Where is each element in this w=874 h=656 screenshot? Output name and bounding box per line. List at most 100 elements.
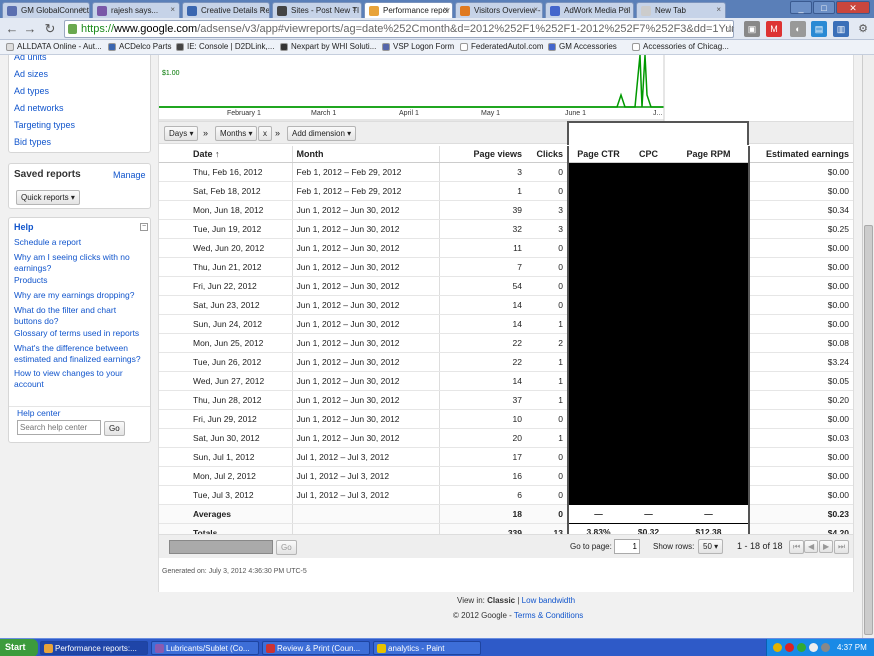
sidebar-nav-link[interactable]: Bid types (14, 137, 51, 147)
close-tab-icon[interactable]: × (624, 5, 629, 14)
chart-panel: $1.00 February 1 March 1 April 1 May 1 June … (158, 55, 854, 121)
extension-icon[interactable]: ◐ (790, 21, 806, 37)
help-link[interactable]: What do the filter and chart buttons do? (14, 305, 144, 327)
close-tab-icon[interactable]: × (533, 5, 538, 14)
help-link[interactable]: Schedule a report (14, 237, 144, 248)
add-dimension-dropdown[interactable]: Add dimension ▾ (287, 126, 357, 141)
cell-clicks: 0 (526, 181, 568, 201)
close-tab-icon[interactable]: × (716, 5, 721, 14)
bookmark-item[interactable]: FederatedAutoI.com (460, 42, 543, 51)
low-bandwidth-link[interactable]: Low bandwidth (522, 596, 575, 605)
close-window-button[interactable]: ✕ (836, 1, 870, 14)
taskbar-task[interactable]: Performance reports:... (40, 641, 148, 655)
start-button[interactable]: Start (0, 639, 38, 656)
browser-tab[interactable]: Sites - Post New Tl × (272, 2, 362, 18)
months-dropdown[interactable]: Months ▾ (215, 126, 258, 141)
bookmark-item[interactable]: IE: Console | D2DLink,... (176, 42, 274, 51)
help-link[interactable]: Glossary of terms used in reports (14, 328, 144, 339)
collapse-icon[interactable]: − (140, 223, 148, 231)
scrollbar-thumb[interactable] (864, 225, 873, 635)
close-tab-icon[interactable]: × (80, 5, 85, 14)
col-header-estimated-earnings[interactable]: Estimated earnings (749, 146, 853, 163)
help-link[interactable]: What's the difference between estimated … (14, 343, 144, 365)
extension-icon[interactable]: ▤ (811, 21, 827, 37)
action-field[interactable] (169, 540, 273, 554)
col-header-date[interactable]: Date ↑ (159, 146, 292, 163)
remove-dimension-button[interactable]: x (258, 126, 272, 141)
url-bar[interactable]: https://www.google.com/adsense/v3/app#vi… (64, 20, 734, 38)
sidebar-nav-link[interactable]: Targeting types (14, 120, 75, 130)
browser-tab[interactable]: Performance repor × (364, 2, 453, 19)
col-header-month[interactable]: Month (291, 146, 439, 163)
help-link[interactable]: Why am I seeing clicks with no earnings? (14, 252, 144, 274)
bookmark-item[interactable]: ALLDATA Online - Aut... (6, 42, 102, 51)
bookmark-item[interactable]: VSP Logon Form (382, 42, 454, 51)
close-tab-icon[interactable]: × (443, 5, 448, 14)
prev-page-icon[interactable]: ◀ (804, 540, 819, 553)
help-search-input[interactable] (17, 420, 101, 435)
browser-tab[interactable]: rajesh says... × (92, 2, 180, 18)
browser-tab[interactable]: Creative Details Re × (182, 2, 270, 18)
col-header-clicks[interactable]: Clicks (526, 146, 568, 163)
star-icon[interactable]: ☆ (722, 21, 738, 37)
last-page-icon[interactable]: ⏭ (834, 540, 850, 554)
help-center-link[interactable]: Help center (17, 408, 60, 418)
help-link[interactable]: Products (14, 275, 144, 286)
browser-tab[interactable]: AdWork Media Pul × (545, 2, 634, 18)
page-scrollbar[interactable] (862, 55, 874, 638)
col-header-page-ctr[interactable]: Page CTR (567, 146, 628, 163)
browser-tab[interactable]: GM GlobalConnect × (2, 2, 90, 18)
tray-icon[interactable] (773, 643, 782, 652)
cell-page-ctr-redacted (567, 352, 628, 372)
reload-icon[interactable]: ↻ (42, 21, 58, 37)
first-page-icon[interactable]: ⏮ (789, 540, 805, 554)
maximize-button[interactable]: □ (813, 1, 835, 14)
help-link[interactable]: How to view changes to your account (14, 368, 144, 390)
close-tab-icon[interactable]: × (170, 5, 175, 14)
view-in-label: View in: (457, 596, 485, 605)
extension-icon[interactable]: ▥ (833, 21, 849, 37)
sidebar-nav-link[interactable]: Ad networks (14, 103, 64, 113)
days-dropdown[interactable]: Days ▾ (164, 126, 199, 141)
close-tab-icon[interactable]: × (260, 5, 265, 14)
minimize-button[interactable]: _ (790, 1, 812, 14)
goto-page-input[interactable] (614, 539, 640, 554)
sidebar-nav-link[interactable]: Ad types (14, 86, 49, 96)
back-icon[interactable]: ← (4, 21, 20, 37)
tray-icon[interactable] (821, 643, 830, 652)
cell-page-ctr-redacted (567, 200, 628, 220)
browser-tab[interactable]: New Tab × (636, 2, 726, 18)
terms-link[interactable]: Terms & Conditions (514, 611, 583, 620)
forward-icon[interactable]: → (22, 21, 38, 37)
help-link[interactable]: Why are my earnings dropping? (14, 290, 144, 301)
cell-page-ctr-redacted (567, 295, 628, 315)
tray-icon[interactable] (809, 643, 818, 652)
col-header-page-views[interactable]: Page views (438, 146, 526, 163)
manage-link[interactable]: Manage (113, 170, 146, 180)
cell-clicks: 1 (526, 390, 568, 410)
taskbar-task[interactable]: analytics - Paint (373, 641, 481, 655)
bookmark-item[interactable]: ACDelco Parts (108, 42, 171, 51)
browser-tab[interactable]: Visitors Overview - × (455, 2, 543, 18)
col-header-page-rpm[interactable]: Page RPM (669, 146, 750, 163)
col-header-cpc[interactable]: CPC (628, 146, 669, 163)
tray-icon[interactable] (797, 643, 806, 652)
bookmark-item[interactable]: GM Accessories (548, 42, 617, 51)
next-page-icon[interactable]: ▶ (819, 540, 834, 553)
sidebar-nav-link[interactable]: Ad sizes (14, 69, 48, 79)
wrench-icon[interactable]: ⚙ (855, 21, 871, 37)
extension-icon[interactable]: ▣ (744, 21, 760, 37)
close-tab-icon[interactable]: × (352, 5, 357, 14)
bookmark-item[interactable]: Accessories of Chicag... (632, 42, 729, 51)
bookmark-item[interactable]: Nexpart by WHI Soluti... (280, 42, 376, 51)
taskbar-task[interactable]: Review & Print (Coun... (262, 641, 370, 655)
show-rows-dropdown[interactable]: 50 ▾ (698, 539, 724, 554)
chart-x-tick: May 1 (481, 110, 501, 117)
taskbar-task[interactable]: Lubricants/Sublet (Co... (151, 641, 259, 655)
help-go-button[interactable]: Go (104, 421, 125, 436)
pager-go-button[interactable]: Go (276, 540, 297, 555)
tray-icon[interactable] (785, 643, 794, 652)
gmail-icon[interactable]: M (766, 21, 782, 37)
quick-reports-dropdown[interactable]: Quick reports ▾ (16, 190, 80, 205)
sidebar-nav-link[interactable]: Ad units (14, 55, 47, 62)
